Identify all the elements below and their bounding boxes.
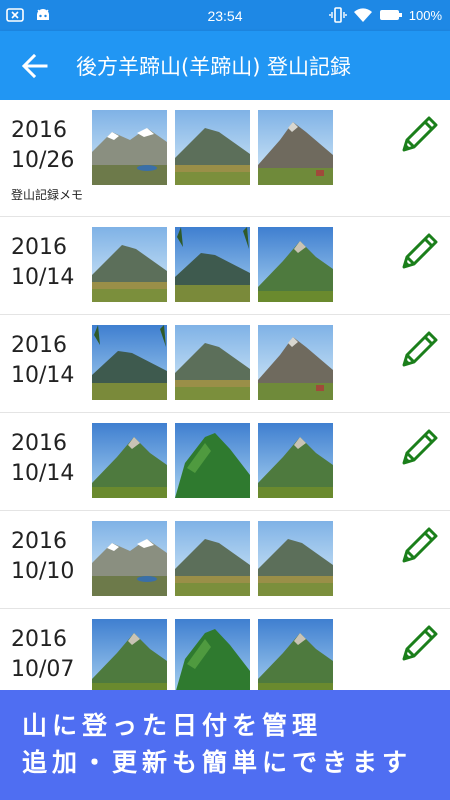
mountain-photo[interactable]	[258, 110, 333, 185]
record-year: 2016	[11, 333, 67, 358]
record-date: 2016 10/14	[11, 331, 74, 391]
photo-strip	[92, 619, 333, 694]
pencil-edit-icon[interactable]	[398, 523, 442, 567]
pencil-edit-icon[interactable]	[398, 112, 442, 156]
mountain-photo[interactable]	[258, 619, 333, 694]
mountain-photo[interactable]	[258, 521, 333, 596]
banner-line-1: 山に登った日付を管理	[22, 711, 323, 740]
photo-strip	[92, 110, 333, 185]
mountain-photo[interactable]	[92, 521, 167, 596]
record-date: 2016 10/14	[11, 429, 74, 489]
pencil-edit-icon[interactable]	[398, 621, 442, 665]
record-month-day: 10/14	[11, 265, 75, 290]
vibrate-icon	[329, 7, 347, 23]
pencil-edit-icon[interactable]	[398, 327, 442, 371]
record-row[interactable]: 2016 10/14	[0, 315, 450, 413]
mountain-photo[interactable]	[175, 227, 250, 302]
mountain-photo[interactable]	[175, 521, 250, 596]
record-date: 2016 10/14	[11, 233, 74, 293]
mountain-photo[interactable]	[92, 227, 167, 302]
mountain-photo[interactable]	[258, 227, 333, 302]
battery-icon	[379, 10, 402, 20]
record-row[interactable]: 2016 10/10	[0, 511, 450, 609]
photo-strip	[92, 521, 333, 596]
record-year: 2016	[11, 627, 67, 652]
mountain-photo[interactable]	[92, 325, 167, 400]
mountain-photo[interactable]	[175, 423, 250, 498]
record-year: 2016	[11, 431, 67, 456]
record-month-day: 10/10	[11, 559, 75, 584]
record-row[interactable]: 2016 10/14	[0, 217, 450, 315]
photo-strip	[92, 227, 333, 302]
record-row[interactable]: 2016 10/26 登山記録メモ	[0, 100, 450, 217]
record-row[interactable]: 2016 10/14	[0, 413, 450, 511]
promo-banner: 山に登った日付を管理 追加・更新も簡単にできます	[0, 690, 450, 800]
wifi-icon	[353, 8, 372, 22]
battery-percent: 100%	[408, 7, 442, 23]
mountain-photo[interactable]	[175, 110, 250, 185]
mountain-photo[interactable]	[92, 110, 167, 185]
mountain-photo[interactable]	[175, 325, 250, 400]
record-year: 2016	[11, 118, 67, 143]
record-year: 2016	[11, 529, 67, 554]
mountain-photo[interactable]	[175, 619, 250, 694]
record-month-day: 10/14	[11, 363, 75, 388]
record-memo: 登山記録メモ	[11, 188, 84, 202]
record-date: 2016 10/10	[11, 527, 74, 587]
arrow-left-icon[interactable]	[20, 52, 50, 80]
page-title: 後方羊蹄山(羊蹄山) 登山記録	[76, 55, 352, 79]
mountain-photo[interactable]	[258, 325, 333, 400]
record-month-day: 10/14	[11, 461, 75, 486]
status-bar: 23:54 100%	[0, 0, 450, 31]
mountain-photo[interactable]	[92, 619, 167, 694]
pencil-edit-icon[interactable]	[398, 425, 442, 469]
photo-strip	[92, 325, 333, 400]
banner-line-2: 追加・更新も簡単にできます	[22, 748, 413, 777]
record-list: 2016 10/26 登山記録メモ 2016 10/14 2016 10/14 2016 10/…	[0, 100, 450, 707]
mountain-photo[interactable]	[92, 423, 167, 498]
record-year: 2016	[11, 235, 67, 260]
record-date: 2016 10/07	[11, 625, 74, 685]
record-date: 2016 10/26	[11, 116, 74, 176]
pencil-edit-icon[interactable]	[398, 229, 442, 273]
record-month-day: 10/26	[11, 148, 75, 173]
mountain-photo[interactable]	[258, 423, 333, 498]
app-bar: 後方羊蹄山(羊蹄山) 登山記録	[0, 31, 450, 100]
photo-strip	[92, 423, 333, 498]
record-month-day: 10/07	[11, 657, 75, 682]
